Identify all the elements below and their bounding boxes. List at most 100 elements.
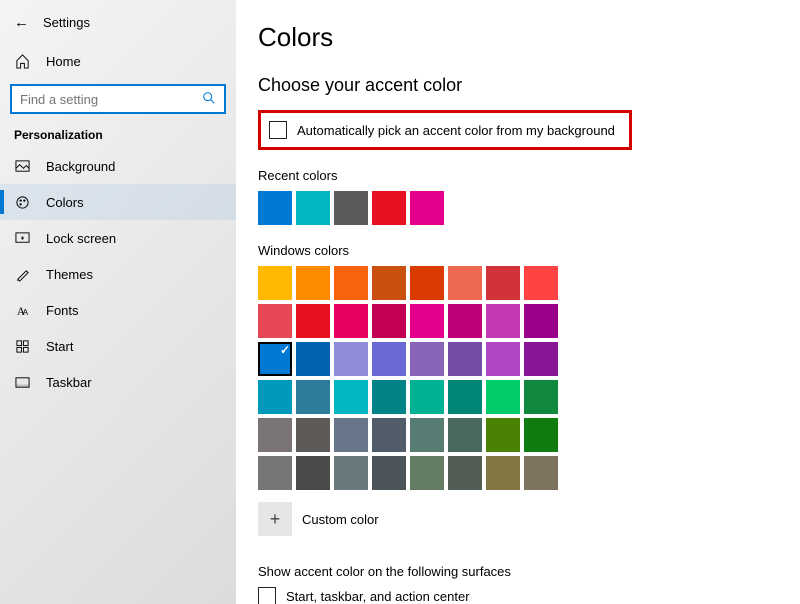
color-swatch[interactable] [486, 304, 520, 338]
color-swatch[interactable] [258, 266, 292, 300]
color-swatch[interactable] [486, 418, 520, 452]
color-swatch[interactable] [296, 456, 330, 490]
auto-pick-label: Automatically pick an accent color from … [297, 123, 615, 138]
custom-color-button[interactable]: + [258, 502, 292, 536]
color-swatch[interactable] [372, 380, 406, 414]
surface-checkbox[interactable] [258, 587, 276, 604]
color-swatch[interactable] [448, 304, 482, 338]
recent-color-swatch[interactable] [372, 191, 406, 225]
color-swatch[interactable] [334, 304, 368, 338]
color-swatch[interactable] [524, 380, 558, 414]
nav-label: Lock screen [46, 231, 116, 246]
color-swatch[interactable] [258, 342, 292, 376]
title-bar: ← Settings [0, 8, 236, 36]
main-panel: Colors Choose your accent color Automati… [236, 0, 800, 604]
color-swatch[interactable] [524, 418, 558, 452]
sidebar-item-taskbar[interactable]: Taskbar [0, 364, 236, 400]
color-swatch[interactable] [448, 380, 482, 414]
page-title: Colors [258, 22, 800, 53]
color-swatch[interactable] [524, 456, 558, 490]
color-swatch[interactable] [334, 342, 368, 376]
home-icon [14, 53, 30, 69]
lock-screen-icon [14, 230, 30, 246]
color-swatch[interactable] [410, 456, 444, 490]
color-swatch[interactable] [410, 266, 444, 300]
recent-colors-row [258, 191, 800, 225]
fonts-icon: AA [14, 302, 30, 318]
color-swatch[interactable] [486, 342, 520, 376]
nav-label: Start [46, 339, 73, 354]
accent-section-title: Choose your accent color [258, 75, 800, 96]
color-swatch[interactable] [296, 304, 330, 338]
search-icon [202, 91, 216, 108]
nav-label: Taskbar [46, 375, 92, 390]
color-swatch[interactable] [524, 342, 558, 376]
color-swatch[interactable] [448, 266, 482, 300]
color-swatch[interactable] [486, 380, 520, 414]
color-swatch[interactable] [334, 456, 368, 490]
background-icon [14, 158, 30, 174]
auto-pick-checkbox[interactable] [269, 121, 287, 139]
sidebar-item-lock-screen[interactable]: Lock screen [0, 220, 236, 256]
category-title: Personalization [0, 114, 236, 148]
color-swatch[interactable] [372, 418, 406, 452]
color-swatch[interactable] [410, 380, 444, 414]
color-swatch[interactable] [334, 380, 368, 414]
sidebar-item-themes[interactable]: Themes [0, 256, 236, 292]
home-label: Home [46, 54, 81, 69]
color-swatch[interactable] [372, 342, 406, 376]
color-swatch[interactable] [296, 380, 330, 414]
taskbar-icon [14, 374, 30, 390]
color-swatch[interactable] [296, 342, 330, 376]
color-swatch[interactable] [258, 456, 292, 490]
sidebar-item-background[interactable]: Background [0, 148, 236, 184]
windows-colors-grid [258, 266, 800, 490]
color-swatch[interactable] [410, 304, 444, 338]
sidebar-item-colors[interactable]: Colors [0, 184, 236, 220]
recent-color-swatch[interactable] [296, 191, 330, 225]
color-swatch[interactable] [486, 456, 520, 490]
color-swatch[interactable] [410, 418, 444, 452]
color-swatch[interactable] [296, 266, 330, 300]
color-swatch[interactable] [524, 266, 558, 300]
color-swatch[interactable] [486, 266, 520, 300]
color-swatch[interactable] [372, 456, 406, 490]
sidebar-item-start[interactable]: Start [0, 328, 236, 364]
color-swatch[interactable] [524, 304, 558, 338]
start-icon [14, 338, 30, 354]
nav-label: Fonts [46, 303, 79, 318]
nav-label: Themes [46, 267, 93, 282]
color-swatch[interactable] [334, 266, 368, 300]
nav-label: Background [46, 159, 115, 174]
recent-color-swatch[interactable] [334, 191, 368, 225]
recent-color-swatch[interactable] [410, 191, 444, 225]
color-swatch[interactable] [372, 266, 406, 300]
sidebar: ← Settings Home Personalization Backgrou… [0, 0, 236, 604]
svg-text:A: A [22, 307, 28, 317]
back-button[interactable]: ← [14, 14, 29, 31]
color-swatch[interactable] [410, 342, 444, 376]
surface-item: Start, taskbar, and action center [258, 587, 800, 604]
color-swatch[interactable] [258, 380, 292, 414]
color-swatch[interactable] [258, 418, 292, 452]
search-input[interactable] [10, 84, 226, 114]
themes-icon [14, 266, 30, 282]
surfaces-title: Show accent color on the following surfa… [258, 564, 800, 579]
nav-label: Colors [46, 195, 84, 210]
search-field[interactable] [20, 92, 202, 107]
recent-colors-label: Recent colors [258, 168, 800, 183]
color-swatch[interactable] [372, 304, 406, 338]
color-swatch[interactable] [448, 456, 482, 490]
color-swatch[interactable] [448, 342, 482, 376]
app-title: Settings [43, 15, 90, 30]
recent-color-swatch[interactable] [258, 191, 292, 225]
custom-color-label: Custom color [302, 512, 379, 527]
home-button[interactable]: Home [0, 46, 236, 76]
color-swatch[interactable] [334, 418, 368, 452]
color-swatch[interactable] [296, 418, 330, 452]
sidebar-item-fonts[interactable]: AA Fonts [0, 292, 236, 328]
colors-icon [14, 194, 30, 210]
color-swatch[interactable] [258, 304, 292, 338]
color-swatch[interactable] [448, 418, 482, 452]
auto-pick-row: Automatically pick an accent color from … [258, 110, 632, 150]
